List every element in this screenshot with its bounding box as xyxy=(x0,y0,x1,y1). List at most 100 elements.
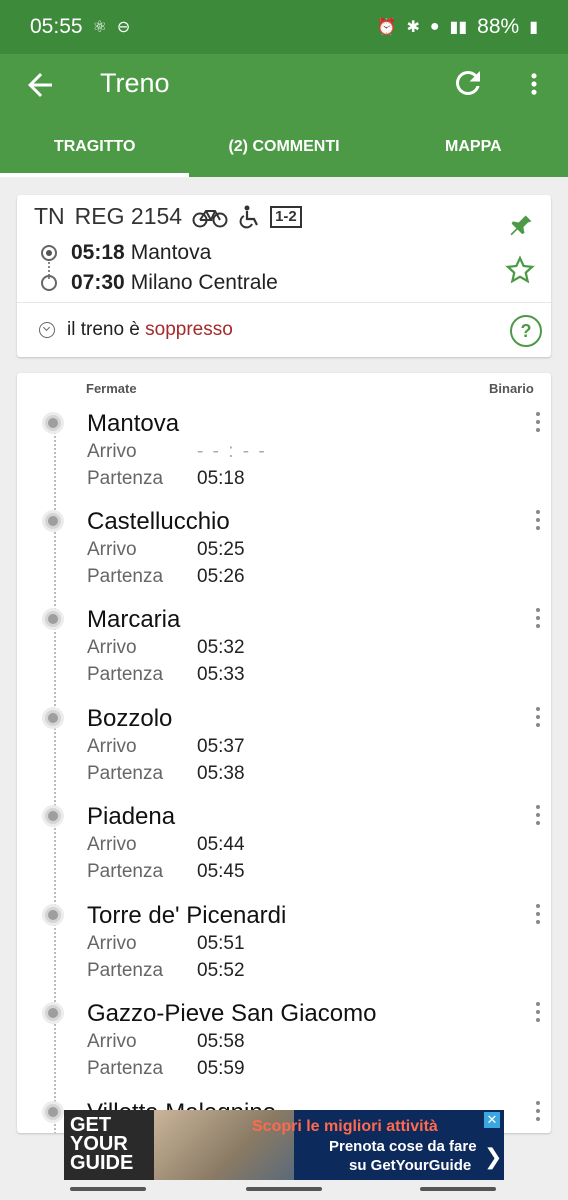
nav-home-handle[interactable] xyxy=(246,1187,322,1191)
page-title: Treno xyxy=(100,68,170,98)
arrival-station: Milano Centrale xyxy=(130,271,278,294)
stop-item[interactable]: Mantova Arrivo - - : - - Partenza 05:18 xyxy=(17,409,551,507)
favorite-star-icon[interactable] xyxy=(505,255,535,285)
battery-icon: ▮ xyxy=(529,19,538,36)
arrival-time: 05:25 xyxy=(197,539,245,560)
stop-menu-icon[interactable] xyxy=(534,805,542,829)
stop-item[interactable]: Gazzo-Pieve San Giacomo Arrivo 05:58 Par… xyxy=(17,999,551,1097)
departure-label: Partenza xyxy=(87,566,164,587)
stop-name: Mantova xyxy=(87,410,180,437)
stop-node-icon xyxy=(42,1002,64,1024)
bluetooth-icon: ✱ xyxy=(406,19,420,36)
departure-station: Mantova xyxy=(130,241,212,264)
train-number: REG 2154 xyxy=(74,203,183,229)
departure-time: 05:18 xyxy=(71,241,125,264)
arrival-dot-icon xyxy=(41,275,57,291)
departure-label: Partenza xyxy=(87,960,164,981)
stop-node-icon xyxy=(42,707,64,729)
departure-time: 05:26 xyxy=(197,566,245,587)
stop-item[interactable]: Bozzolo Arrivo 05:37 Partenza 05:38 xyxy=(17,704,551,802)
departure-time: 05:52 xyxy=(197,960,245,981)
arrival-time: 05:44 xyxy=(197,834,245,855)
location-icon: ● xyxy=(429,18,440,35)
notification-icon: ⚛ xyxy=(92,19,107,36)
arrival-time: 05:32 xyxy=(197,637,245,658)
tab-mappa[interactable]: MAPPA xyxy=(379,120,568,177)
class-badge: 1-2 xyxy=(270,205,302,228)
nav-recent-handle[interactable] xyxy=(70,1187,146,1191)
ad-banner[interactable]: GET YOUR GUIDE Scopri le migliori attivi… xyxy=(64,1110,504,1180)
tab-bar: TRAGITTO (2) COMMENTI MAPPA xyxy=(0,120,568,177)
back-arrow-icon[interactable] xyxy=(22,67,58,103)
pin-icon[interactable] xyxy=(507,212,535,240)
stop-item[interactable]: Marcaria Arrivo 05:32 Partenza 05:33 xyxy=(17,605,551,703)
ad-text-line: su GetYourGuide xyxy=(349,1157,472,1174)
battery-level: 88% xyxy=(477,15,520,38)
chevron-right-icon[interactable]: ❯ xyxy=(484,1144,502,1170)
stop-node-icon xyxy=(42,805,64,827)
train-status[interactable]: il treno è soppresso xyxy=(39,319,233,341)
stop-item[interactable]: Torre de' Picenardi Arrivo 05:51 Partenz… xyxy=(17,901,551,999)
system-nav-bar xyxy=(0,1180,568,1200)
train-identifier: TN REG 2154 1-2 xyxy=(34,203,302,230)
arrival-label: Arrivo xyxy=(87,933,137,954)
departure-label: Partenza xyxy=(87,1058,164,1079)
train-summary-card: TN REG 2154 1-2 05:18 Mantova 07:30 Mila… xyxy=(17,195,551,357)
departure-dot-icon xyxy=(41,245,57,261)
stop-menu-icon[interactable] xyxy=(534,608,542,632)
stop-item[interactable]: Castellucchio Arrivo 05:25 Partenza 05:2… xyxy=(17,507,551,605)
stop-node-icon xyxy=(42,608,64,630)
departure-label: Partenza xyxy=(87,468,164,489)
nav-back-handle[interactable] xyxy=(420,1187,496,1191)
platform-column-header: Binario xyxy=(489,381,534,396)
status-time: 05:55 xyxy=(30,15,83,38)
stop-node-icon xyxy=(42,510,64,532)
ad-text-line: Prenota cose da fare xyxy=(329,1138,477,1155)
arrival-time: 05:51 xyxy=(197,933,245,954)
arrival-label: Arrivo xyxy=(87,441,137,462)
help-icon[interactable]: ? xyxy=(510,315,542,347)
departure-label: Partenza xyxy=(87,763,164,784)
dnd-icon: ⊖ xyxy=(116,19,131,36)
ad-close-icon[interactable]: ✕ xyxy=(484,1112,500,1128)
arrival-label: Arrivo xyxy=(87,736,137,757)
train-category: TN xyxy=(34,203,65,229)
wheelchair-icon xyxy=(239,205,259,228)
departure-time: 05:59 xyxy=(197,1058,245,1079)
stop-menu-icon[interactable] xyxy=(534,707,542,731)
divider xyxy=(17,302,551,303)
stop-name: Bozzolo xyxy=(87,705,173,732)
stop-menu-icon[interactable] xyxy=(534,1101,542,1125)
arrival-time: 05:58 xyxy=(197,1031,245,1052)
stop-name: Torre de' Picenardi xyxy=(87,902,287,929)
tab-tragitto[interactable]: TRAGITTO xyxy=(0,120,190,177)
departure-label: Partenza xyxy=(87,664,164,685)
tab-commenti[interactable]: (2) COMMENTI xyxy=(189,120,378,177)
arrival-label: Arrivo xyxy=(87,834,137,855)
stop-name: Castellucchio xyxy=(87,508,230,535)
bicycle-icon xyxy=(192,209,228,227)
stop-node-icon xyxy=(42,412,64,434)
stop-name: Gazzo-Pieve San Giacomo xyxy=(87,1000,377,1027)
stop-menu-icon[interactable] xyxy=(534,412,542,436)
arrival-time: 07:30 xyxy=(71,271,125,294)
alarm-icon: ⏰ xyxy=(376,19,397,36)
departure-row: 05:18 Mantova xyxy=(41,241,211,265)
app-bar: Treno xyxy=(0,54,568,120)
departure-label: Partenza xyxy=(87,861,164,882)
stop-menu-icon[interactable] xyxy=(534,1002,542,1026)
overflow-menu-icon[interactable] xyxy=(520,66,548,102)
departure-time: 05:33 xyxy=(197,664,245,685)
arrival-label: Arrivo xyxy=(87,637,137,658)
status-prefix: il treno è xyxy=(67,319,140,340)
chevron-down-icon xyxy=(39,322,55,338)
ad-logo: GET YOUR GUIDE xyxy=(64,1110,154,1180)
stop-menu-icon[interactable] xyxy=(534,904,542,928)
refresh-icon[interactable] xyxy=(450,65,486,101)
stop-name: Piadena xyxy=(87,803,176,830)
stop-item[interactable]: Piadena Arrivo 05:44 Partenza 05:45 xyxy=(17,802,551,900)
signal-icon: ▮▮ xyxy=(449,19,468,36)
stop-menu-icon[interactable] xyxy=(534,510,542,534)
stop-node-icon xyxy=(42,904,64,926)
departure-time: 05:45 xyxy=(197,861,245,882)
